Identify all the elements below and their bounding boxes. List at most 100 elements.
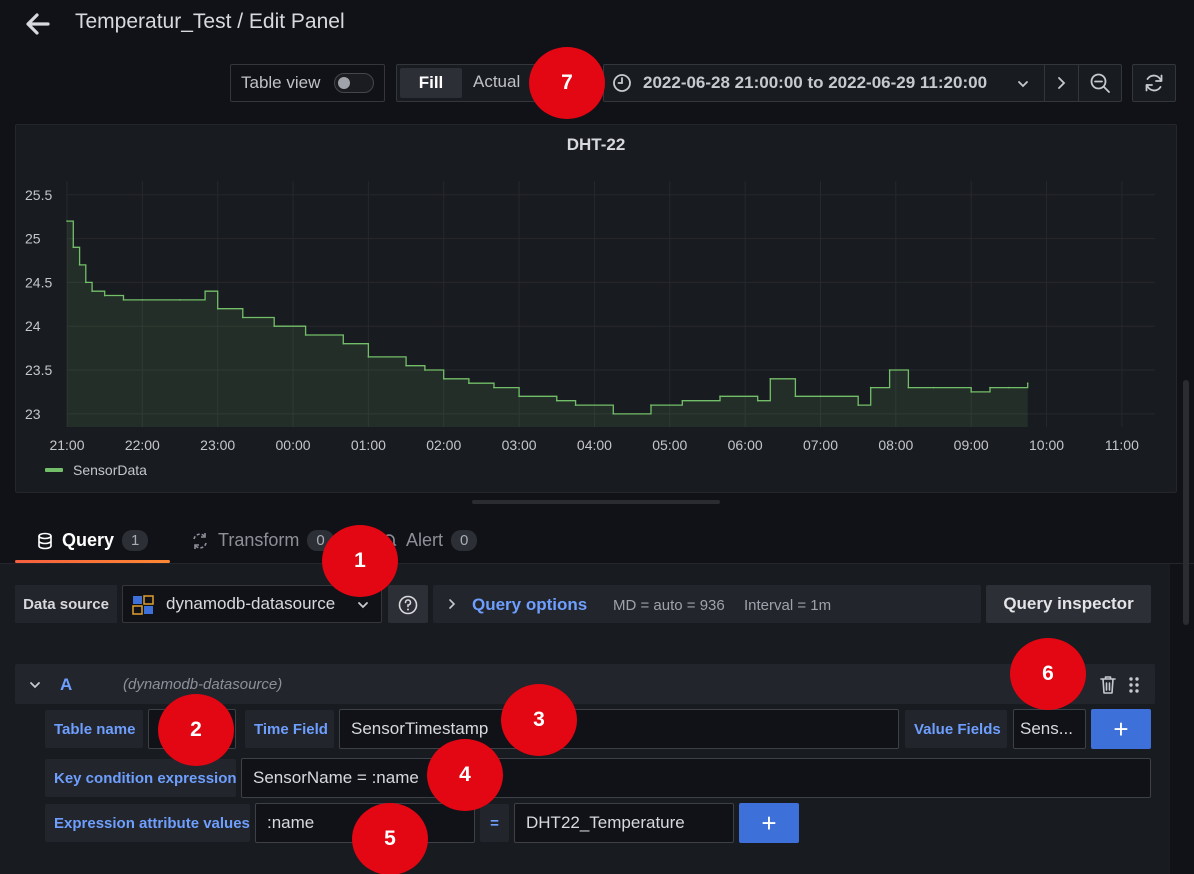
data-point <box>907 386 910 389</box>
data-point <box>405 364 407 367</box>
time-field-input[interactable]: SensorTimestamp <box>339 709 899 749</box>
dynamodb-icon <box>132 595 154 615</box>
actual-button[interactable]: Actual <box>473 72 520 92</box>
x-tick-label: 01:00 <box>351 437 386 453</box>
add-expression-attribute-button[interactable]: + <box>739 803 799 843</box>
data-point <box>179 299 181 301</box>
data-point <box>888 369 891 371</box>
fill-button[interactable]: Fill <box>400 68 462 98</box>
x-tick-label: 03:00 <box>502 437 537 453</box>
y-tick-label: 24 <box>25 318 41 334</box>
data-point <box>342 342 345 345</box>
data-point <box>769 378 772 380</box>
x-tick-label: 11:00 <box>1105 437 1139 453</box>
value-fields-input[interactable]: Sens... <box>1013 709 1086 749</box>
table-view-label: Table view <box>241 73 321 92</box>
data-point <box>493 386 495 389</box>
data-point <box>204 290 206 292</box>
data-point <box>122 299 125 301</box>
query-letter[interactable]: A <box>60 675 72 695</box>
legend-swatch <box>45 468 63 472</box>
x-tick-label: 04:00 <box>577 437 612 453</box>
x-tick-label: 10:00 <box>1029 437 1064 453</box>
time-forward-icon[interactable] <box>1053 75 1069 91</box>
tab-transform[interactable]: Transform 0 <box>190 530 334 551</box>
drag-handle-icon[interactable] <box>1127 675 1141 695</box>
equals-sign: = <box>480 804 509 842</box>
x-tick-label: 09:00 <box>954 437 989 453</box>
expression-attribute-value-input[interactable]: DHT22_Temperature <box>514 803 734 843</box>
trash-icon[interactable] <box>1099 675 1117 695</box>
data-point <box>989 386 991 389</box>
tabs-divider <box>0 563 1194 564</box>
x-tick-label: 02:00 <box>426 437 461 453</box>
data-point <box>273 325 276 328</box>
back-arrow-icon[interactable] <box>22 8 54 40</box>
tab-query[interactable]: Query 1 <box>36 530 149 551</box>
transform-icon <box>193 532 207 549</box>
x-tick-label: 06:00 <box>728 437 763 453</box>
time-series-chart[interactable]: 23 23.5 24 24.5 25 25.5 21:00 22:00 23:00 00:00 01… <box>15 124 1177 493</box>
data-point <box>574 404 577 406</box>
data-point <box>468 382 470 384</box>
x-tick-label: 22:00 <box>125 437 160 453</box>
chevron-down-icon[interactable] <box>356 598 370 612</box>
data-point <box>242 316 244 319</box>
database-icon <box>38 532 52 549</box>
x-tick-label: 08:00 <box>878 437 913 453</box>
divider <box>1044 64 1045 102</box>
time-field-label: Time Field <box>245 710 334 748</box>
tab-query-count: 1 <box>122 530 149 551</box>
x-tick-label: 00:00 <box>276 437 311 453</box>
y-tick-label: 25.5 <box>25 187 52 203</box>
active-tab-indicator <box>15 560 170 563</box>
callout-7: 7 <box>529 47 605 119</box>
data-point <box>1026 382 1029 384</box>
time-range-text[interactable]: 2022-06-28 21:00:00 to 2022-06-29 11:20:… <box>643 73 987 93</box>
data-point <box>85 281 87 284</box>
refresh-icon[interactable] <box>1143 72 1165 94</box>
callout-1: 1 <box>322 525 398 597</box>
interval-value: Interval = 1m <box>744 597 832 614</box>
x-tick-label: 07:00 <box>803 437 838 453</box>
panel-resize-handle[interactable] <box>472 500 720 504</box>
data-point <box>869 386 872 389</box>
tab-query-label: Query <box>62 530 115 550</box>
data-point <box>857 404 859 406</box>
datasource-label: Data source <box>15 585 117 623</box>
divider <box>1078 64 1079 102</box>
value-fields-label: Value Fields <box>905 710 1007 748</box>
chevron-down-icon[interactable] <box>28 678 42 692</box>
callout-2: 2 <box>158 694 234 766</box>
data-point <box>91 290 93 292</box>
callout-5: 5 <box>352 803 428 874</box>
data-point <box>72 246 75 249</box>
x-tick-label: 23:00 <box>200 437 235 453</box>
y-tick-label: 25 <box>25 231 41 247</box>
scrollbar[interactable] <box>1183 380 1189 625</box>
y-tick-label: 24.5 <box>25 274 52 290</box>
data-point <box>518 395 520 398</box>
chevron-down-icon[interactable] <box>1016 77 1030 91</box>
key-condition-input[interactable]: SensorName = :name <box>241 758 1151 798</box>
query-inspector-button[interactable]: Query inspector <box>986 585 1151 623</box>
chevron-right-icon[interactable] <box>446 598 458 610</box>
x-tick-label: 21:00 <box>49 437 84 453</box>
data-point <box>103 294 106 297</box>
callout-4: 4 <box>427 739 503 811</box>
add-value-field-button[interactable]: + <box>1091 709 1151 749</box>
max-data-points: MD = auto = 936 <box>613 597 725 614</box>
data-point <box>442 378 445 380</box>
datasource-value: dynamodb-datasource <box>166 594 336 613</box>
data-point <box>681 399 684 402</box>
clock-icon <box>613 74 631 92</box>
data-point <box>216 307 219 310</box>
data-point <box>555 399 558 402</box>
zoom-out-icon[interactable] <box>1089 72 1111 94</box>
callout-6: 6 <box>1010 638 1086 710</box>
query-options-label[interactable]: Query options <box>472 595 587 615</box>
data-point <box>78 264 81 266</box>
question-circle-icon[interactable] <box>397 594 419 616</box>
data-point <box>970 391 972 393</box>
data-point <box>819 395 822 398</box>
